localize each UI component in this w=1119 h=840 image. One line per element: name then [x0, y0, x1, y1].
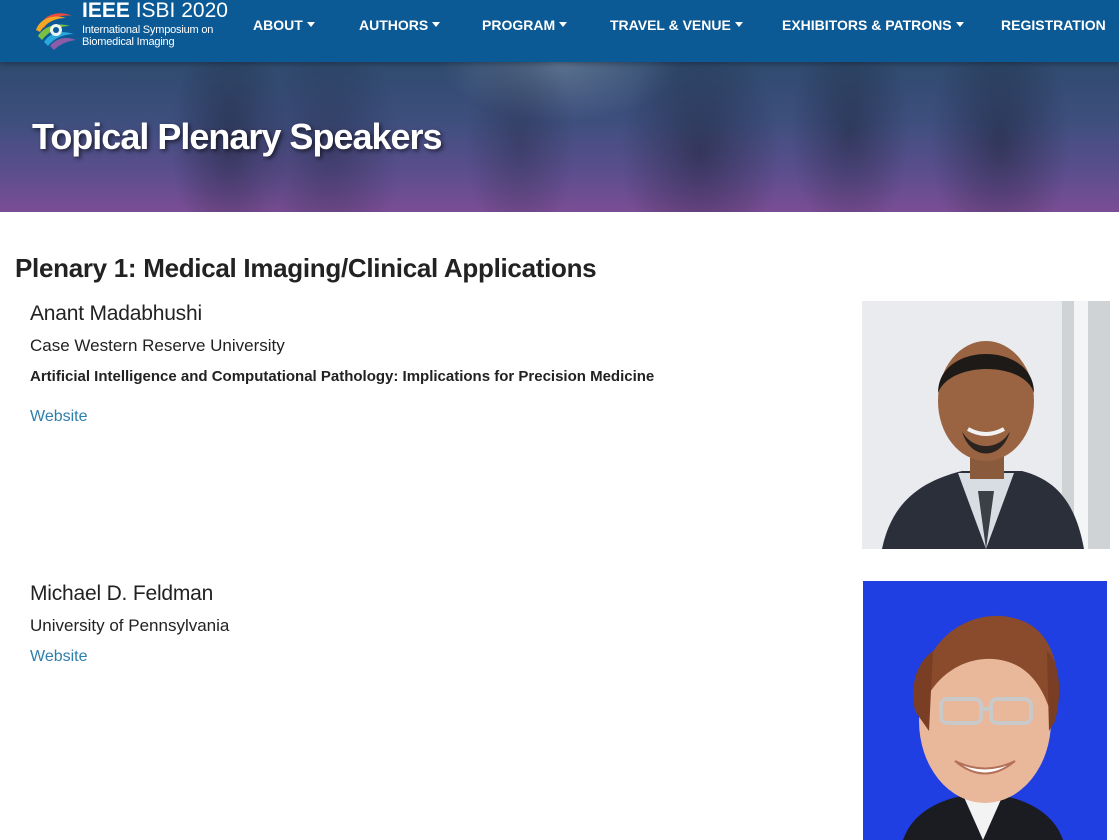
top-navbar: IEEE ISBI 2020 International Symposium o…: [0, 0, 1119, 62]
nav-item-exhibitors-patrons[interactable]: EXHIBITORS & PATRONS: [782, 16, 964, 34]
nav-label: ABOUT: [253, 17, 303, 33]
nav-item-travel-venue[interactable]: TRAVEL & VENUE: [610, 16, 743, 34]
speaker-portrait-image: [862, 301, 1110, 549]
page-title: Topical Plenary Speakers: [32, 116, 443, 157]
speaker-photo: [863, 581, 1107, 840]
nav-label: PROGRAM: [482, 17, 556, 33]
chevron-down-icon: [306, 22, 315, 27]
nav-label: AUTHORS: [359, 17, 429, 33]
logo-ieee: IEEE: [82, 0, 130, 22]
nav-item-registration[interactable]: REGISTRATION: [1001, 16, 1106, 34]
logo-subtitle-line1: International Symposium on: [82, 24, 214, 36]
speaker-portrait-image: [863, 581, 1107, 840]
speaker-affiliation: University of Pennsylvania: [30, 616, 230, 635]
nav-label: REGISTRATION: [1001, 17, 1106, 33]
plenary-heading: Plenary 1: Medical Imaging/Clinical Appl…: [15, 253, 597, 283]
speaker-website-link[interactable]: Website: [30, 408, 88, 426]
chevron-down-icon: [432, 22, 441, 27]
logo-subtitle-line2: Biomedical Imaging: [82, 36, 175, 48]
nav-item-authors[interactable]: AUTHORS: [359, 16, 441, 34]
nav-label: EXHIBITORS & PATRONS: [782, 17, 952, 33]
page-hero-banner: Topical Plenary Speakers: [0, 62, 1119, 212]
nav-item-about[interactable]: ABOUT: [253, 16, 315, 34]
speaker-name: Michael D. Feldman: [30, 582, 214, 605]
chevron-down-icon: [559, 22, 568, 27]
nav-item-program[interactable]: PROGRAM: [482, 16, 568, 34]
logo-title: IEEE ISBI 2020: [82, 0, 228, 23]
chevron-down-icon: [734, 22, 743, 27]
speaker-name: Anant Madabhushi: [30, 302, 202, 325]
speaker-talk-title: Artificial Intelligence and Computationa…: [30, 368, 655, 385]
speaker-website-link[interactable]: Website: [30, 648, 88, 666]
nav-label: TRAVEL & VENUE: [610, 17, 731, 33]
logo-isbi: ISBI 2020: [135, 0, 228, 22]
chevron-down-icon: [955, 22, 964, 27]
speaker-affiliation: Case Western Reserve University: [30, 336, 285, 355]
isbi-logo[interactable]: IEEE ISBI 2020 International Symposium o…: [30, 0, 230, 50]
speaker-photo: [862, 301, 1110, 549]
isbi-logo-icon: [36, 13, 76, 50]
